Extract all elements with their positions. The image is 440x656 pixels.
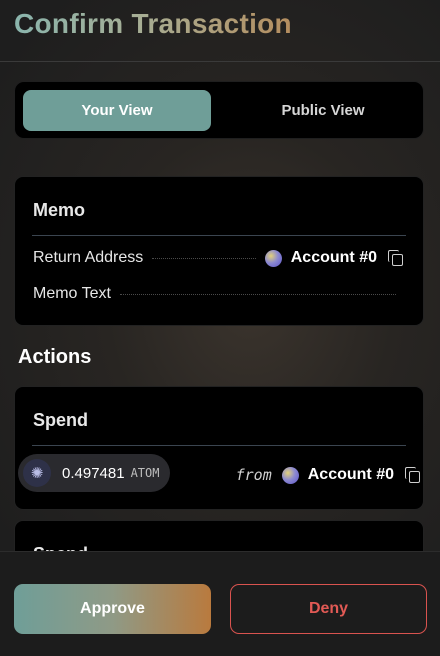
amount-value: 0.497481 — [62, 464, 125, 482]
spend-from-row: from Account #0 — [236, 466, 422, 484]
memo-card: Memo Return Address Account #0 Memo Text — [14, 176, 424, 326]
dotted-leader — [119, 293, 396, 295]
memo-title: Memo — [33, 200, 86, 220]
header: Confirm Transaction — [0, 0, 440, 62]
memo-text-label: Memo Text — [33, 285, 111, 302]
memo-divider — [32, 235, 406, 236]
account-avatar-icon — [264, 249, 282, 267]
account-avatar-icon — [281, 466, 299, 484]
return-account: Account #0 — [264, 249, 405, 267]
amount-unit: ATOM — [130, 466, 160, 480]
from-label: from — [235, 466, 272, 484]
actions-heading: Actions — [18, 346, 92, 368]
return-address-row: Return Address Account #0 — [33, 246, 405, 270]
view-toggle: Your View Public View — [14, 81, 424, 139]
tab-your-view[interactable]: Your View — [23, 90, 211, 131]
copy-icon[interactable] — [404, 466, 422, 484]
return-address-label: Return Address — [33, 249, 144, 266]
spend-divider — [32, 445, 406, 446]
page-title: Confirm Transaction — [14, 8, 292, 39]
footer: Approve Deny — [0, 551, 440, 656]
spend-title: Spend — [33, 410, 89, 430]
from-account-name: Account #0 — [307, 466, 394, 483]
dotted-leader — [152, 257, 256, 259]
approve-button[interactable]: Approve — [14, 584, 211, 634]
from-account: Account #0 — [281, 466, 422, 484]
amount-chip: ✺ 0.497481 ATOM — [18, 454, 170, 492]
tab-public-view[interactable]: Public View — [229, 90, 417, 131]
deny-button[interactable]: Deny — [230, 584, 427, 634]
copy-icon[interactable] — [387, 249, 405, 267]
memo-text-row: Memo Text — [33, 282, 405, 306]
atom-icon: ✺ — [23, 459, 51, 487]
return-account-name: Account #0 — [290, 249, 377, 266]
